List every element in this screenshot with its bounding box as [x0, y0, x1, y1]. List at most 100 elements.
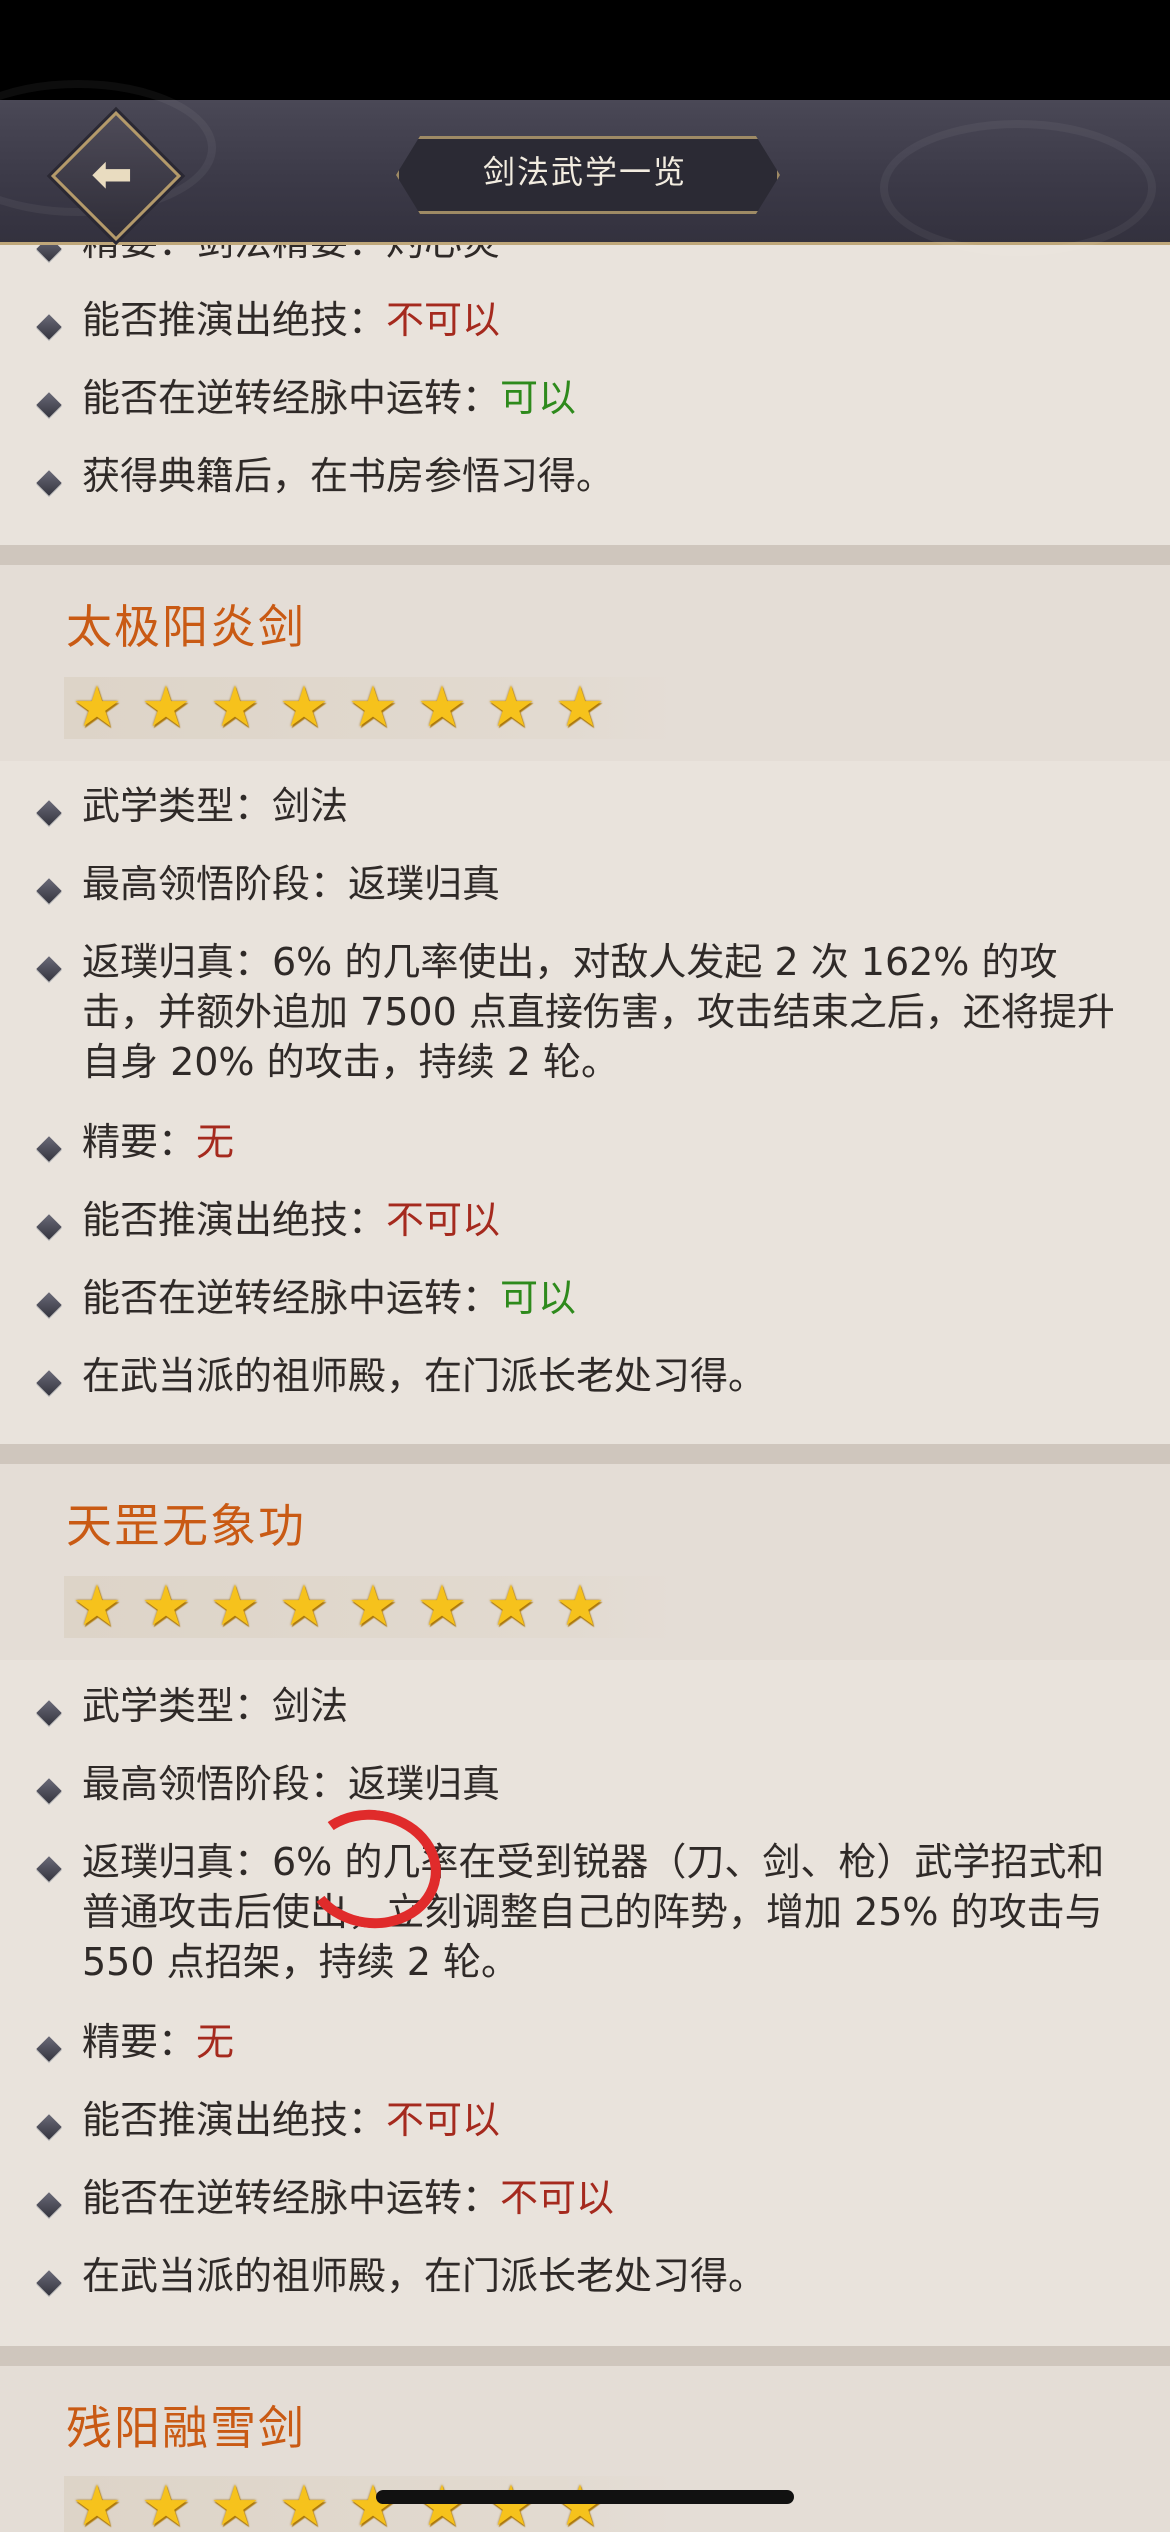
back-arrow-icon[interactable]: ⬅ — [82, 144, 142, 204]
star-icon: ★ — [482, 2478, 540, 2532]
bullet-icon — [36, 244, 62, 262]
star-icon: ★ — [551, 2478, 609, 2532]
star-icon: ★ — [140, 675, 192, 740]
home-indicator[interactable] — [376, 2490, 794, 2504]
star-icon: ★ — [485, 675, 537, 740]
row-label: 最高领悟阶段： — [82, 1762, 349, 1806]
skill-header: 残阳融雪剑 ★ ★ ★ ★ ★ ★ ★ ★ — [0, 2366, 1170, 2532]
info-row: 能否在逆转经脉中运转：可以 — [0, 1268, 1170, 1346]
row-label: 精要： — [82, 1120, 197, 1164]
bullet-icon — [36, 956, 62, 982]
row-value: 不可以 — [386, 2098, 501, 2142]
star-icon: ★ — [347, 675, 399, 740]
bullet-icon — [36, 314, 62, 340]
row-value: 返璞归真 — [348, 1762, 501, 1806]
row-label: 返璞归真：6% 的几率使出，对敌人发起 2 次 162% 的攻击，并额外追加 7… — [82, 940, 1115, 1084]
bullet-icon — [36, 878, 62, 904]
bullet-icon — [36, 392, 62, 418]
bullet-icon — [36, 1778, 62, 1804]
info-row: 能否推演出绝技：不可以 — [0, 2090, 1170, 2168]
bullet-icon — [36, 2192, 62, 2218]
bullet-icon — [36, 2114, 62, 2140]
row-label: 能否推演出绝技： — [82, 298, 387, 342]
nav-bar: ⬅ 剑法武学一览 — [0, 80, 1170, 256]
row-value: 可以 — [500, 376, 577, 420]
info-row: 精要：无 — [0, 2012, 1170, 2090]
bullet-icon — [36, 2270, 62, 2296]
row-value: 无 — [196, 1120, 235, 1164]
row-value: 不可以 — [386, 298, 501, 342]
star-icon: ★ — [71, 675, 123, 740]
row-label: 能否在逆转经脉中运转： — [82, 1276, 501, 1320]
decor-swirl — [880, 120, 1156, 256]
row-label: 能否在逆转经脉中运转： — [82, 2176, 501, 2220]
skill-header: 天罡无象功 ★ ★ ★ ★ ★ ★ ★ ★ — [0, 1464, 1170, 1660]
info-row: 获得典籍后，在书房参悟习得。 — [0, 446, 1170, 524]
star-icon: ★ — [71, 1574, 123, 1639]
bullet-icon — [36, 1136, 62, 1162]
info-row: 能否推演出绝技：不可以 — [0, 1190, 1170, 1268]
bullet-icon — [36, 1856, 62, 1882]
star-icon: ★ — [278, 2474, 330, 2532]
info-row: 精要：无 — [0, 1112, 1170, 1190]
row-value: 不可以 — [500, 2176, 615, 2220]
screen: ⬅ 剑法武学一览 精要：剑法精要：灼心炎 能否推演出绝技：不可以 能否在逆转经脉… — [0, 0, 1170, 2532]
bullet-icon — [36, 1700, 62, 1726]
star-rating: ★ ★ ★ ★ ★ ★ ★ ★ — [64, 1576, 678, 1638]
star-icon: ★ — [209, 675, 261, 740]
star-icon: ★ — [278, 1574, 330, 1639]
star-icon: ★ — [140, 1574, 192, 1639]
bullet-icon — [36, 1214, 62, 1240]
info-row: 在武当派的祖师殿，在门派长老处习得。 — [0, 2246, 1170, 2324]
star-icon: ★ — [416, 1574, 468, 1639]
row-value: 剑法 — [272, 1684, 349, 1728]
info-row: 武学类型：剑法 — [0, 1676, 1170, 1754]
info-row: 最高领悟阶段：返璞归真 — [0, 854, 1170, 932]
separator — [0, 545, 1170, 565]
separator — [0, 2346, 1170, 2366]
info-row: 返璞归真：6% 的几率使出，对敌人发起 2 次 162% 的攻击，并额外追加 7… — [0, 932, 1170, 1112]
star-icon: ★ — [140, 2474, 192, 2532]
info-row: 最高领悟阶段：返璞归真 — [0, 1754, 1170, 1832]
skill-name: 天罡无象功 — [66, 1499, 306, 1553]
row-label: 在武当派的祖师殿，在门派长老处习得。 — [82, 2254, 767, 2298]
star-icon: ★ — [413, 2478, 471, 2532]
separator — [0, 1444, 1170, 1464]
row-label: 获得典籍后，在书房参悟习得。 — [82, 454, 615, 498]
bullet-icon — [36, 1370, 62, 1396]
bullet-icon — [36, 2036, 62, 2062]
row-label: 最高领悟阶段： — [82, 862, 349, 906]
star-rating: ★ ★ ★ ★ ★ ★ ★ ★ — [64, 677, 678, 739]
skill-details: 武学类型：剑法 最高领悟阶段：返璞归真 返璞归真：6% 的几率使出，对敌人发起 … — [0, 776, 1170, 1444]
star-icon: ★ — [209, 2474, 261, 2532]
bullet-icon — [36, 470, 62, 496]
info-row: 武学类型：剑法 — [0, 776, 1170, 854]
status-bar — [0, 0, 1170, 100]
row-label: 精要： — [82, 2020, 197, 2064]
skill-name: 残阳融雪剑 — [66, 2401, 306, 2455]
row-value: 不可以 — [386, 1198, 501, 1242]
star-rating: ★ ★ ★ ★ ★ ★ ★ ★ — [64, 2476, 678, 2532]
row-value: 返璞归真 — [348, 862, 501, 906]
row-label: 武学类型： — [82, 784, 273, 828]
info-row: 返璞归真：6% 的几率在受到锐器（刀、剑、枪）武学招式和普通攻击后使出，立刻调整… — [0, 1832, 1170, 2012]
info-row: 在武当派的祖师殿，在门派长老处习得。 — [0, 1346, 1170, 1424]
star-icon: ★ — [485, 1574, 537, 1639]
info-row: 能否在逆转经脉中运转：可以 — [0, 368, 1170, 446]
row-label: 武学类型： — [82, 1684, 273, 1728]
page-title: 剑法武学一览 — [482, 153, 687, 191]
star-icon: ★ — [554, 675, 606, 740]
bullet-icon — [36, 800, 62, 826]
top-section: 能否推演出绝技：不可以 能否在逆转经脉中运转：可以 获得典籍后，在书房参悟习得。 — [0, 290, 1170, 545]
star-icon: ★ — [278, 675, 330, 740]
row-value: 剑法 — [272, 784, 349, 828]
skill-name: 太极阳炎剑 — [66, 600, 306, 654]
info-row: 能否推演出绝技：不可以 — [0, 290, 1170, 368]
star-icon: ★ — [347, 1574, 399, 1639]
skill-header: 太极阳炎剑 ★ ★ ★ ★ ★ ★ ★ ★ — [0, 565, 1170, 761]
info-row: 能否在逆转经脉中运转：不可以 — [0, 2168, 1170, 2246]
row-label: 返璞归真：6% 的几率在受到锐器（刀、剑、枪）武学招式和普通攻击后使出，立刻调整… — [82, 1840, 1105, 1984]
star-icon: ★ — [209, 1574, 261, 1639]
row-label: 能否推演出绝技： — [82, 1198, 387, 1242]
row-label: 在武当派的祖师殿，在门派长老处习得。 — [82, 1354, 767, 1398]
